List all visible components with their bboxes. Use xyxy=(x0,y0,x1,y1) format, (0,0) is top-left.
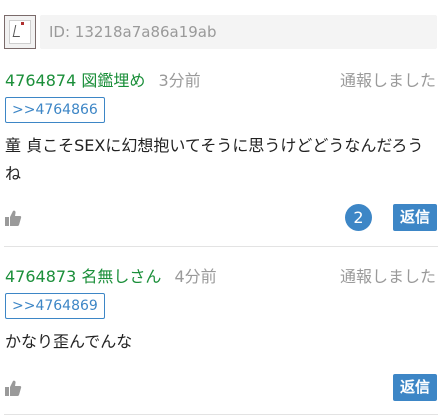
thumbnail-stamp xyxy=(21,22,24,25)
comment-body: かなり歪んでんな xyxy=(5,332,133,351)
thumbs-up-icon[interactable] xyxy=(4,209,22,227)
comment-number[interactable]: 4764873 xyxy=(5,267,76,286)
anchor-link[interactable]: >>4764866 xyxy=(5,97,105,123)
anchor-link[interactable]: >>4764869 xyxy=(5,293,105,319)
report-link[interactable]: 通報しました xyxy=(340,263,436,287)
comment-time: 4分前 xyxy=(174,267,217,286)
comment-meta: 4764874 図鑑埋め 3分前 xyxy=(5,67,201,91)
comment-body: 童 貞こそSEXに幻想抱いてそうに思うけどどうなんだろうね xyxy=(5,136,424,183)
comment-item: 4764873 名無しさん 4分前 通報しました >>4764869 かなり歪ん… xyxy=(0,258,440,419)
comment-item: 4764874 図鑑埋め 3分前 通報しました >>4764866 童 貞こそS… xyxy=(0,62,440,246)
comment-meta: 4764873 名無しさん 4分前 xyxy=(5,263,217,287)
reply-button[interactable]: 返信 xyxy=(393,374,437,401)
reply-button[interactable]: 返信 xyxy=(393,204,437,231)
comment-divider xyxy=(4,246,438,247)
comment-number[interactable]: 4764874 xyxy=(5,71,76,90)
comment-time: 3分前 xyxy=(158,71,201,90)
id-field: ID: 13218a7a86a19ab xyxy=(40,15,437,49)
comment-divider xyxy=(4,414,438,415)
thumbs-up-icon[interactable] xyxy=(4,379,22,397)
reply-count-badge[interactable]: 2 xyxy=(345,204,372,231)
thumbnail-image[interactable] xyxy=(4,15,36,49)
comment-author: 図鑑埋め xyxy=(81,71,146,90)
id-text: ID: 13218a7a86a19ab xyxy=(49,23,217,41)
report-link[interactable]: 通報しました xyxy=(340,67,436,91)
comment-author: 名無しさん xyxy=(81,267,162,286)
post-header: ID: 13218a7a86a19ab xyxy=(0,0,440,62)
